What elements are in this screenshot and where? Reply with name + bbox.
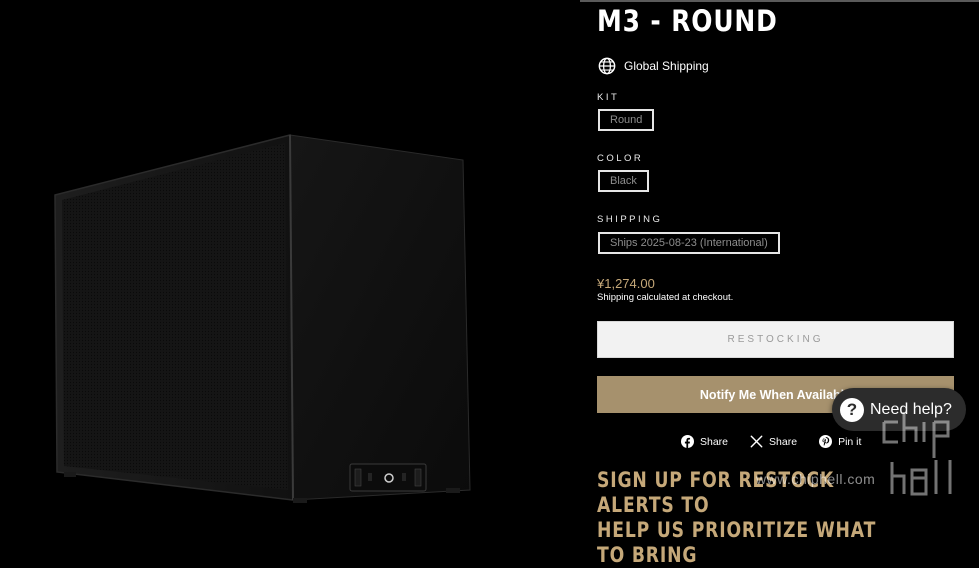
signup-line-2: HELP US PRIORITIZE WHAT TO BRING [597,518,877,567]
shipping-note: Shipping calculated at checkout. [597,292,733,303]
product-price: ¥1,274.00 [597,276,655,291]
facebook-share-label: Share [700,435,729,448]
share-row: Share Share Pin it [681,435,883,448]
color-option-button[interactable]: Black [598,170,649,192]
shipping-link[interactable]: Shipping [597,292,634,303]
pinterest-share-link[interactable]: Pin it [819,435,861,448]
facebook-icon [681,435,694,448]
kit-option-button[interactable]: Round [598,109,655,131]
x-share-link[interactable]: Share [750,435,797,448]
question-icon: ? [840,397,864,422]
color-label: COLOR [597,153,644,164]
x-icon [750,435,763,448]
shipping-note-text: calculated at checkout. [633,292,734,303]
watermark-text: www.chiphell.com [756,471,876,487]
product-image [0,0,580,514]
kit-label: KIT [597,92,620,103]
global-shipping-row: Global Shipping [597,57,709,75]
product-title: M3 - ROUND [597,4,778,38]
shipping-label: SHIPPING [597,214,663,225]
pinterest-icon [819,435,833,448]
pinterest-share-label: Pin it [838,435,862,448]
chiphell-watermark-logo [882,412,952,496]
global-shipping-label: Global Shipping [624,59,709,73]
facebook-share-link[interactable]: Share [681,435,728,448]
x-share-label: Share [769,435,798,448]
globe-icon [598,57,616,75]
io-panel [349,463,427,492]
pc-case-illustration [54,134,471,503]
shipping-option-button[interactable]: Ships 2025-08-23 (International) [598,232,780,254]
restocking-button[interactable]: RESTOCKING [597,321,954,358]
